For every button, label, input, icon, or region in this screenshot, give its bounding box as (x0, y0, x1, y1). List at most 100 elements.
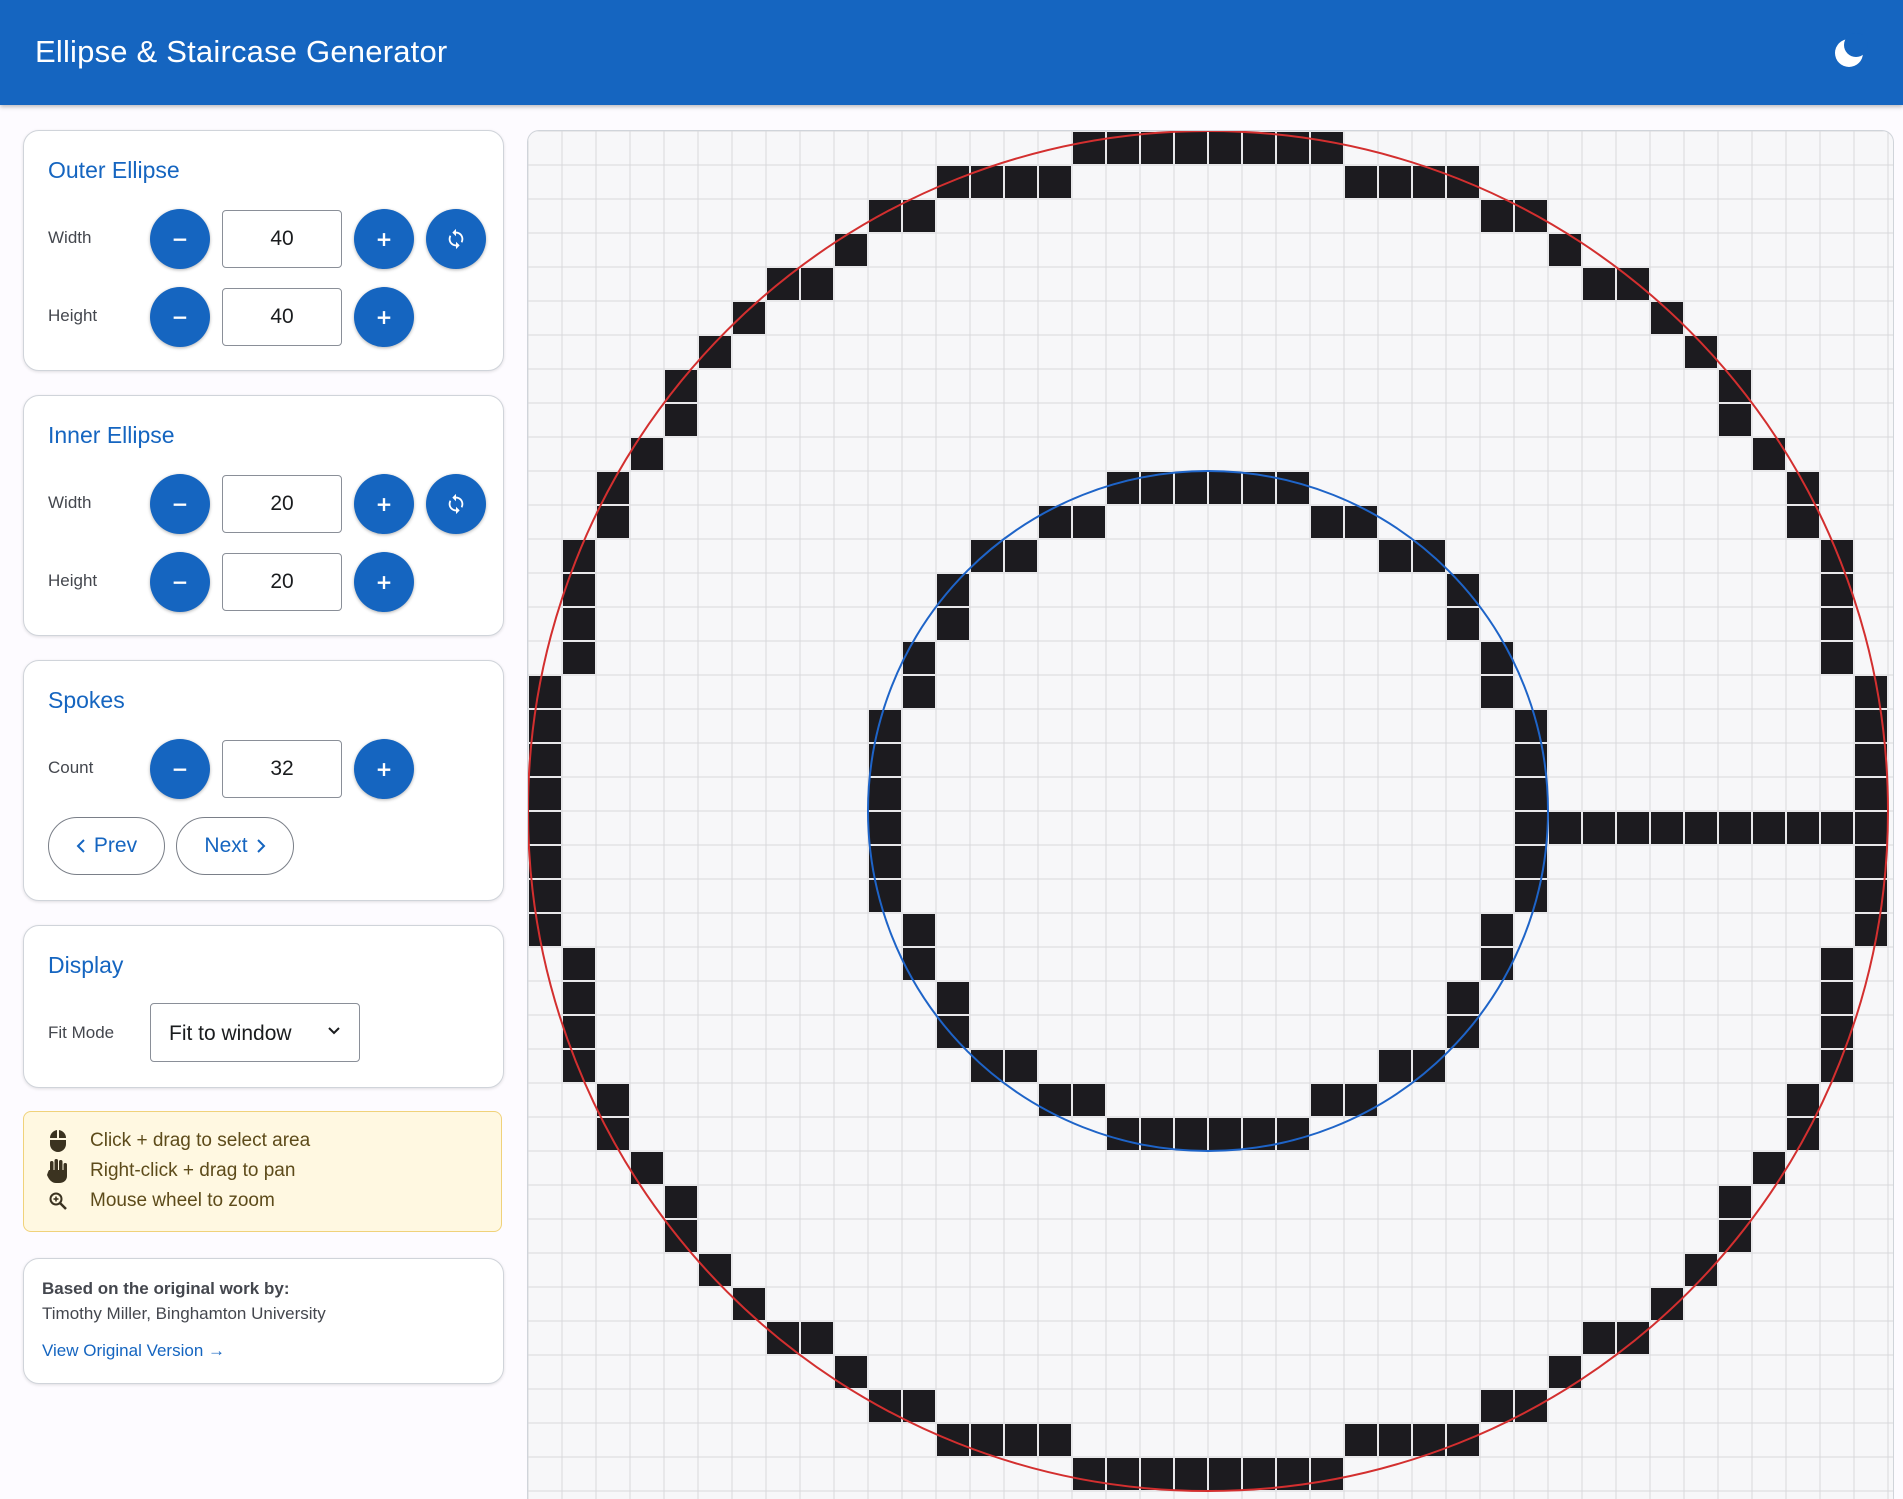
app-bar: Ellipse & Staircase Generator (0, 0, 1903, 105)
card-title: Outer Ellipse (48, 157, 180, 183)
hand-icon (44, 1157, 72, 1185)
next-spoke-button[interactable]: Next (176, 817, 294, 875)
filled-cell (903, 676, 935, 708)
filled-cell (1583, 268, 1615, 300)
filled-cell (563, 642, 595, 674)
filled-cell (1209, 472, 1241, 504)
filled-cell (1447, 574, 1479, 606)
filled-cell (1073, 1084, 1105, 1116)
filled-cell (801, 268, 833, 300)
filled-cell (1447, 608, 1479, 640)
filled-cell (1175, 472, 1207, 504)
filled-cell (903, 642, 935, 674)
filled-cell (1005, 166, 1037, 198)
filled-cell (733, 1288, 765, 1320)
ellipse-canvas[interactable] (527, 130, 1894, 1499)
filled-cell (1447, 982, 1479, 1014)
filled-cell (1855, 914, 1887, 946)
filled-cell (699, 336, 731, 368)
filled-cell (563, 982, 595, 1014)
filled-cell (1515, 812, 1547, 844)
sync-icon (448, 228, 464, 250)
chevron-right-icon (256, 839, 266, 853)
filled-cell (937, 982, 969, 1014)
width-increment-button[interactable]: + (354, 209, 414, 269)
filled-cell (767, 268, 799, 300)
count-label: Count (48, 758, 94, 777)
chevron-left-icon (76, 839, 85, 853)
sync-dimensions-button[interactable] (426, 209, 486, 269)
filled-cell (1515, 710, 1547, 742)
width-input[interactable] (222, 475, 342, 533)
pixel-grid[interactable] (528, 131, 1893, 1499)
filled-cell (1719, 1186, 1751, 1218)
width-decrement-button[interactable]: − (150, 474, 210, 534)
filled-cell (1617, 268, 1649, 300)
filled-cell (1685, 1254, 1717, 1286)
filled-cell (1481, 642, 1513, 674)
filled-cell (1209, 1458, 1241, 1490)
filled-cell (1515, 778, 1547, 810)
fit-mode-label: Fit Mode (48, 1023, 115, 1042)
hint-text: Right-click + drag to pan (90, 1160, 296, 1181)
filled-cell (1005, 1424, 1037, 1456)
filled-cell (937, 166, 969, 198)
hint-text: Mouse wheel to zoom (90, 1190, 275, 1211)
width-decrement-button[interactable]: − (150, 209, 210, 269)
filled-cell (1481, 676, 1513, 708)
filled-cell (937, 574, 969, 606)
filled-cell (1413, 1424, 1445, 1456)
filled-cell (1277, 1118, 1309, 1150)
height-input[interactable] (222, 553, 342, 611)
height-input[interactable] (222, 288, 342, 346)
filled-cell (1107, 1118, 1139, 1150)
filled-cell (869, 880, 901, 912)
sync-dimensions-button[interactable] (426, 474, 486, 534)
filled-cell (1073, 506, 1105, 538)
filled-cell (1039, 1084, 1071, 1116)
card-title: Spokes (48, 687, 125, 713)
count-increment-button[interactable]: + (354, 739, 414, 799)
theme-toggle-button[interactable] (1826, 30, 1872, 76)
height-increment-button[interactable]: + (354, 287, 414, 347)
filled-cell (1481, 1390, 1513, 1422)
inner-ellipse-card: Inner Ellipse Width − + Height − + (23, 395, 504, 636)
view-original-link[interactable]: View Original Version → (42, 1341, 225, 1361)
prev-spoke-button[interactable]: Prev (48, 817, 165, 875)
count-decrement-button[interactable]: − (150, 739, 210, 799)
filled-cell (1379, 1424, 1411, 1456)
filled-cell (1685, 812, 1717, 844)
filled-cell (1379, 166, 1411, 198)
filled-cell (903, 948, 935, 980)
filled-cell (869, 778, 901, 810)
filled-cell (1753, 812, 1785, 844)
credits-author: Timothy Miller, Binghamton University (42, 1304, 326, 1323)
zoom-icon (44, 1187, 72, 1215)
app-title: Ellipse & Staircase Generator (35, 34, 448, 69)
width-increment-button[interactable]: + (354, 474, 414, 534)
filled-cell (563, 574, 595, 606)
filled-cell (1277, 472, 1309, 504)
card-title: Inner Ellipse (48, 422, 175, 448)
filled-cell (665, 1220, 697, 1252)
height-increment-button[interactable]: + (354, 552, 414, 612)
height-decrement-button[interactable]: − (150, 552, 210, 612)
filled-cell (1821, 1050, 1853, 1082)
filled-cell (563, 948, 595, 980)
count-input[interactable] (222, 740, 342, 798)
filled-cell (1583, 1322, 1615, 1354)
filled-cell (1447, 1424, 1479, 1456)
filled-cell (665, 1186, 697, 1218)
filled-cell (1787, 812, 1819, 844)
filled-cell (665, 404, 697, 436)
filled-cell (1855, 676, 1887, 708)
filled-cell (665, 370, 697, 402)
filled-cell (1311, 1458, 1343, 1490)
height-decrement-button[interactable]: − (150, 287, 210, 347)
filled-cell (1413, 1050, 1445, 1082)
filled-cell (1379, 540, 1411, 572)
filled-cell (1107, 472, 1139, 504)
fit-mode-select[interactable]: Fit to window (150, 1003, 360, 1062)
width-input[interactable] (222, 210, 342, 268)
fit-mode-value: Fit to window (169, 1022, 292, 1045)
